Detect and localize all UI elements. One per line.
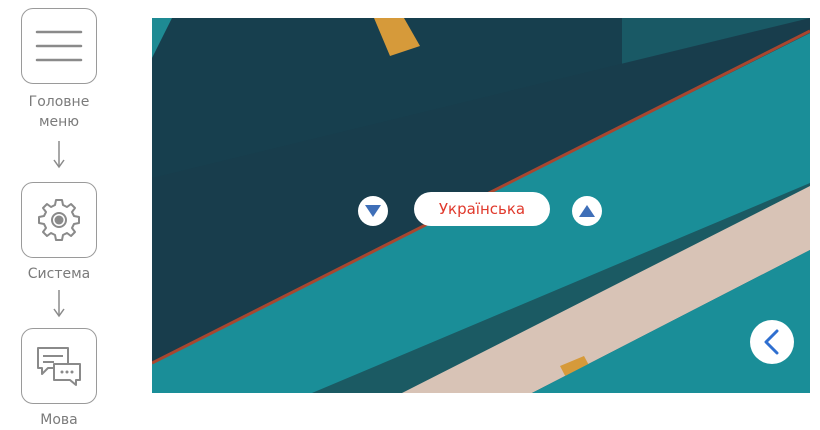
arrow-down-icon — [53, 141, 65, 169]
chevron-left-icon — [764, 329, 779, 355]
back-button[interactable] — [750, 320, 794, 364]
chat-bubbles-icon — [37, 347, 81, 386]
language-button[interactable] — [21, 328, 97, 404]
system-label: Система — [27, 266, 91, 282]
breadcrumb: Головне меню Система Мова — [0, 0, 120, 428]
main-menu-label: Головне меню — [28, 94, 90, 130]
main-menu-button[interactable] — [21, 8, 97, 84]
menu-icon — [35, 30, 83, 62]
triangle-up-icon — [579, 205, 595, 217]
previous-language-button[interactable] — [358, 196, 388, 226]
arrow-down-icon — [53, 290, 65, 318]
language-value[interactable]: Українська — [414, 192, 550, 226]
next-language-button[interactable] — [572, 196, 602, 226]
language-label: Мова — [40, 412, 78, 428]
triangle-down-icon — [365, 205, 381, 217]
gear-icon — [38, 199, 80, 241]
system-button[interactable] — [21, 182, 97, 258]
